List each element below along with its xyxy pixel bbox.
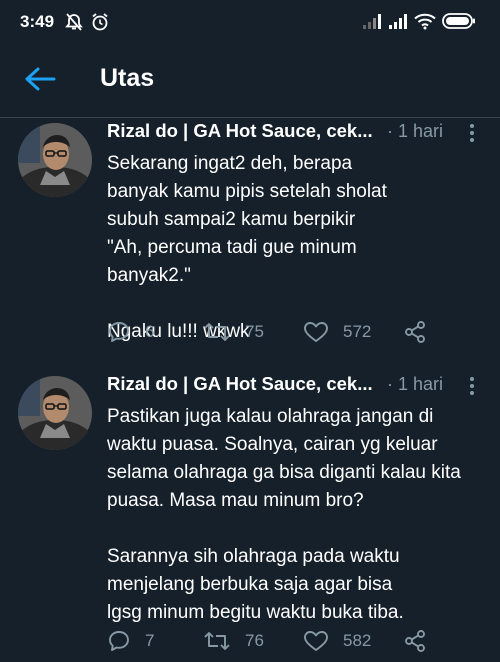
tweet-paragraph: Sekarang ingat2 deh, berapa banyak kamu …	[107, 153, 387, 286]
tweet-actions: 6 75 572	[107, 317, 497, 347]
like-count: 572	[343, 322, 372, 341]
more-vertical-icon[interactable]	[464, 120, 480, 146]
share-button[interactable]	[403, 317, 427, 347]
like-button[interactable]: 572	[303, 317, 371, 347]
tweet-paragraph: Sarannya sih olahraga pada waktu menjela…	[107, 546, 404, 623]
reply-icon	[109, 322, 129, 342]
notifications-off-icon	[64, 12, 84, 37]
signal-icon	[388, 12, 410, 35]
author-name[interactable]: Rizal do | GA Hot Sauce, cek...	[107, 373, 383, 395]
alarm-icon	[90, 12, 110, 37]
share-icon	[405, 630, 425, 652]
share-icon	[405, 321, 425, 343]
retweet-count: 76	[245, 631, 264, 650]
wifi-icon	[414, 12, 436, 35]
tweet-time: · 1 hari	[387, 374, 444, 394]
like-count: 582	[343, 631, 372, 650]
reply-button[interactable]: 6	[107, 317, 154, 347]
reply-count: 6	[145, 322, 155, 341]
status-time: 3:49	[20, 12, 55, 31]
app-bar: Utas	[0, 50, 500, 108]
signal-icon	[362, 12, 384, 35]
battery-icon	[442, 13, 476, 34]
retweet-button[interactable]: 76	[203, 626, 264, 656]
reply-button[interactable]: 7	[107, 626, 154, 656]
retweet-icon	[204, 323, 230, 341]
retweet-button[interactable]: 75	[203, 317, 264, 347]
like-button[interactable]: 582	[303, 626, 371, 656]
author-name[interactable]: Rizal do | GA Hot Sauce, cek...	[107, 120, 383, 142]
tweet-actions: 7 76 582	[107, 626, 497, 656]
reply-count: 7	[145, 631, 155, 650]
retweet-count: 75	[245, 322, 264, 341]
page-title: Utas	[100, 64, 155, 92]
retweet-icon	[204, 632, 230, 650]
header-divider	[0, 117, 500, 118]
arrow-left-icon[interactable]	[22, 64, 58, 94]
avatar[interactable]	[18, 123, 92, 197]
tweet-paragraph: Pastikan juga kalau olahraga jangan di w…	[107, 406, 461, 511]
share-button[interactable]	[403, 626, 427, 656]
heart-icon	[304, 631, 328, 651]
more-vertical-icon[interactable]	[464, 373, 480, 399]
avatar[interactable]	[18, 376, 92, 450]
status-bar: 3:49	[0, 0, 500, 44]
tweet-time: · 1 hari	[387, 121, 444, 141]
heart-icon	[304, 322, 328, 342]
tweet-text: Pastikan juga kalau olahraga jangan di w…	[107, 403, 487, 627]
reply-icon	[109, 631, 129, 651]
